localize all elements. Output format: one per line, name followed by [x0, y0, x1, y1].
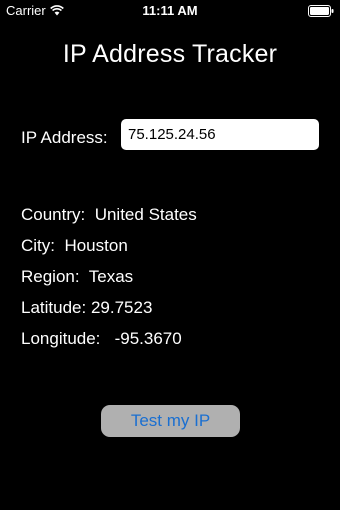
- longitude-row: Longitude: -95.3670: [21, 329, 182, 349]
- city-row: City: Houston: [21, 236, 128, 256]
- latitude-label: Latitude:: [21, 298, 87, 317]
- status-time: 11:11 AM: [142, 3, 198, 18]
- battery-icon: [308, 5, 334, 17]
- region-value: Texas: [88, 267, 134, 286]
- region-row: Region: Texas: [21, 267, 133, 287]
- country-row: Country: United States: [21, 205, 197, 225]
- city-value: Houston: [64, 236, 128, 255]
- status-bar: Carrier 11:11 AM: [0, 0, 340, 22]
- test-my-ip-button[interactable]: Test my IP: [101, 405, 240, 437]
- latitude-value: 29.7523: [90, 298, 153, 317]
- longitude-value: -95.3670: [114, 329, 182, 348]
- page-title: IP Address Tracker: [62, 40, 278, 68]
- country-label: Country:: [21, 205, 86, 224]
- region-label: Region:: [21, 267, 80, 286]
- country-value: United States: [94, 205, 197, 224]
- latitude-row: Latitude: 29.7523: [21, 298, 152, 318]
- ip-address-input[interactable]: [121, 119, 319, 150]
- ip-address-label: IP Address:: [21, 128, 108, 147]
- city-label: City:: [21, 236, 55, 255]
- longitude-label: Longitude:: [21, 329, 101, 348]
